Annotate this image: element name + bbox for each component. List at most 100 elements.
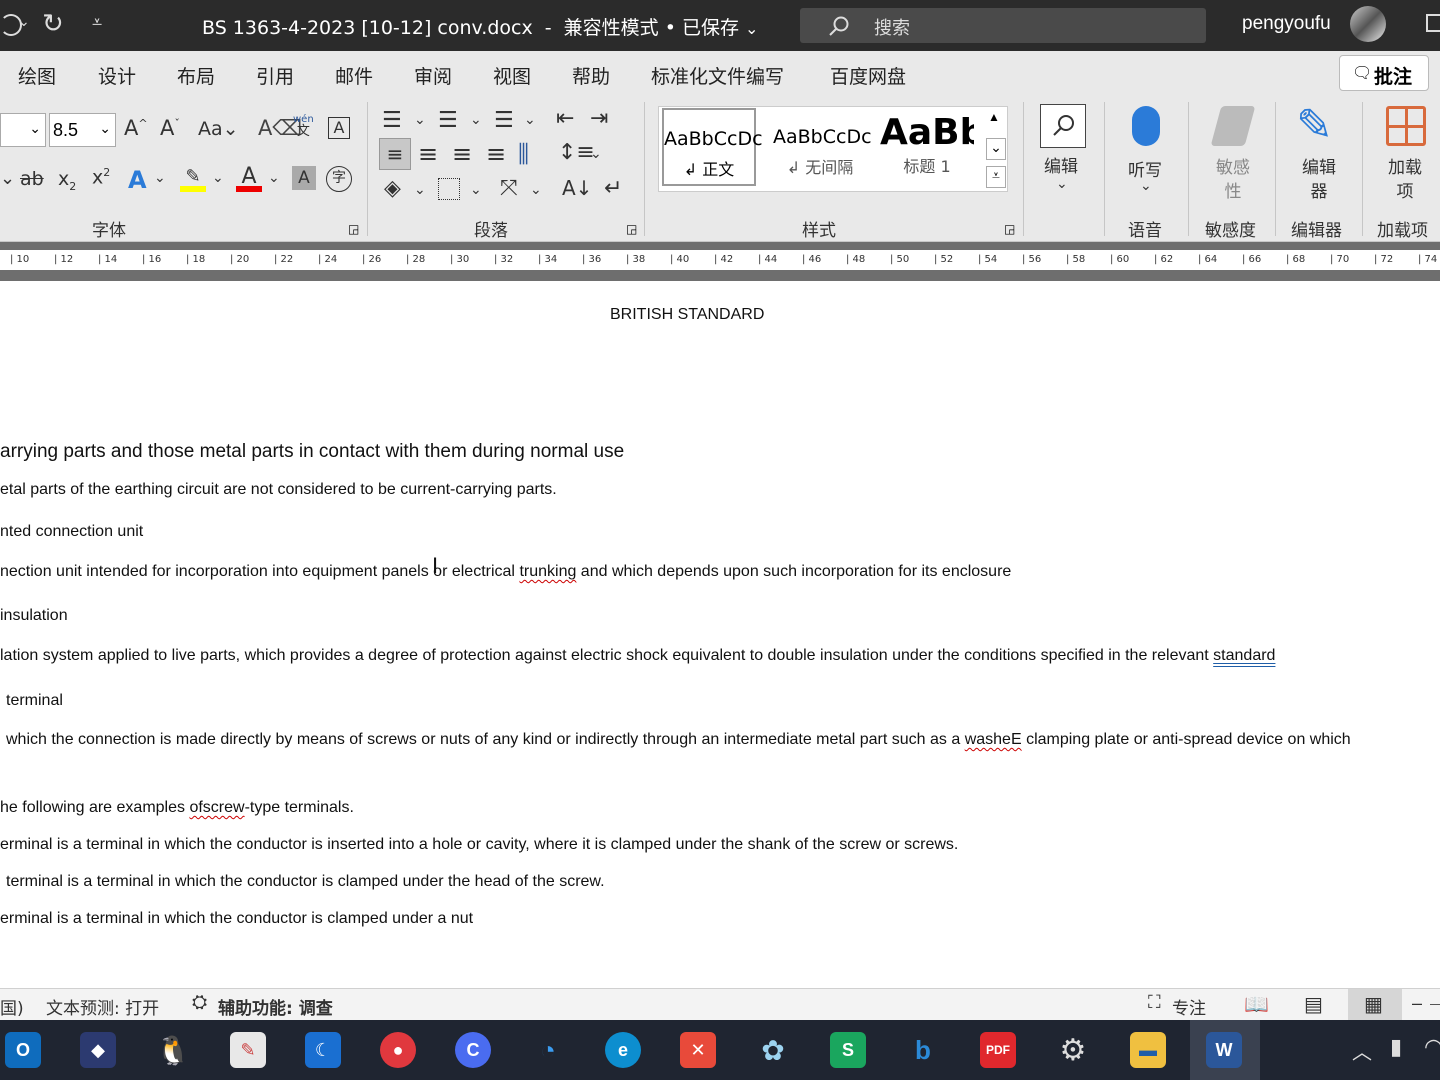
chinese-layout-icon[interactable]: ⤧: [500, 176, 518, 201]
addins-icon[interactable]: [1386, 106, 1426, 146]
print-layout-icon[interactable]: ▤: [1304, 992, 1323, 1017]
text-effects-icon[interactable]: A: [128, 166, 147, 194]
justify-icon[interactable]: ≡: [486, 140, 506, 168]
tab-references[interactable]: 引用: [256, 62, 294, 89]
outlook-icon[interactable]: O: [5, 1032, 41, 1068]
shading-icon[interactable]: ◈: [384, 176, 401, 201]
chevron-down-icon[interactable]: ⌄: [268, 170, 280, 186]
bing-icon[interactable]: b: [905, 1032, 941, 1068]
align-left-icon[interactable]: ≡: [379, 138, 411, 170]
numbering-icon[interactable]: ☰: [438, 108, 458, 133]
chevron-down-icon[interactable]: ⌄: [524, 112, 536, 128]
accessibility-status[interactable]: 辅助功能: 调查: [218, 994, 333, 1019]
sensitivity-icon[interactable]: [1210, 106, 1256, 146]
tab-view[interactable]: 视图: [493, 62, 531, 89]
redo-icon[interactable]: ↻: [42, 8, 64, 39]
character-shading-icon[interactable]: A: [292, 166, 316, 190]
tab-mailings[interactable]: 邮件: [335, 62, 373, 89]
chevron-down-icon[interactable]: ⌄: [1140, 178, 1152, 194]
chevron-down-icon[interactable]: ⌄: [470, 182, 482, 198]
addins-button[interactable]: 加载项: [1386, 156, 1424, 204]
tab-review[interactable]: 审阅: [414, 62, 452, 89]
wifi-icon[interactable]: ◠: [1424, 1034, 1440, 1060]
strikethrough-icon[interactable]: ab: [20, 168, 44, 190]
app-icon[interactable]: ✕: [680, 1032, 716, 1068]
zoom-slider[interactable]: [1430, 1004, 1440, 1005]
sort-icon[interactable]: A↓: [562, 176, 592, 200]
chevron-down-icon[interactable]: ⌄: [18, 13, 30, 30]
style-no-spacing[interactable]: AaBbCcDc ↲ 无间隔: [773, 108, 872, 186]
style-heading-1[interactable]: AaBb 标题 1: [880, 108, 974, 186]
editor-button[interactable]: 编辑器: [1300, 156, 1338, 204]
chevron-down-icon[interactable]: ⌄: [0, 168, 15, 189]
editor-icon[interactable]: ✎: [1296, 100, 1333, 151]
proofing-mark[interactable]: trunking: [519, 563, 576, 580]
superscript-icon[interactable]: x2: [92, 166, 110, 188]
app-icon[interactable]: ●: [380, 1032, 416, 1068]
editing-button[interactable]: 编辑: [1044, 152, 1078, 177]
subscript-icon[interactable]: x2: [58, 168, 76, 193]
chevron-down-icon[interactable]: ⌄: [212, 170, 224, 186]
chevron-down-icon[interactable]: ⌄: [1056, 176, 1068, 192]
document-title[interactable]: BS 1363-4-2023 [10-12] conv.docx - 兼容性模式…: [202, 13, 758, 40]
app-icon[interactable]: ◆: [80, 1032, 116, 1068]
pdf-icon[interactable]: PDF: [980, 1032, 1016, 1068]
scroll-down-icon[interactable]: ⌄: [986, 138, 1006, 160]
chevron-down-icon[interactable]: ⌄: [154, 170, 166, 186]
chevron-down-icon[interactable]: ⌄: [414, 182, 426, 198]
chevron-down-icon[interactable]: ⌄: [590, 146, 602, 162]
chevron-up-icon[interactable]: ︿: [1352, 1036, 1372, 1065]
tab-design[interactable]: 设计: [98, 62, 136, 89]
shrink-font-icon[interactable]: Aˇ: [160, 116, 180, 140]
language-status[interactable]: 国): [0, 994, 24, 1019]
microphone-tray-icon[interactable]: ▮: [1390, 1034, 1402, 1060]
grow-font-icon[interactable]: A^: [124, 116, 148, 140]
settings-icon[interactable]: ⚙: [1055, 1032, 1091, 1068]
font-size-select[interactable]: 8.5 ⌄: [49, 113, 116, 147]
find-icon[interactable]: [1040, 104, 1086, 148]
enclose-characters-icon[interactable]: 字: [326, 166, 352, 192]
edge-icon[interactable]: e: [605, 1032, 641, 1068]
tab-standardization[interactable]: 标准化文件编写: [651, 62, 784, 89]
paint-icon[interactable]: ✎: [230, 1032, 266, 1068]
font-dialog-launcher-icon[interactable]: ◲: [348, 222, 359, 236]
qq-icon[interactable]: 🐧: [155, 1032, 191, 1068]
tab-draw[interactable]: 绘图: [18, 62, 56, 89]
phonetic-guide-icon[interactable]: wén 文: [293, 114, 314, 139]
character-border-icon[interactable]: A: [328, 117, 350, 139]
user-name[interactable]: pengyoufu: [1242, 13, 1331, 35]
ribbon-display-icon[interactable]: [1426, 14, 1440, 32]
app-icon[interactable]: ☾: [305, 1032, 341, 1068]
proofing-mark[interactable]: ofscrew: [189, 799, 244, 816]
avatar[interactable]: [1350, 6, 1386, 42]
highlight-icon[interactable]: ✎: [180, 166, 206, 192]
font-name-select[interactable]: ⌄: [0, 113, 46, 147]
font-color-icon[interactable]: A: [236, 164, 262, 192]
paragraph-dialog-launcher-icon[interactable]: ◲: [626, 222, 637, 236]
file-explorer-icon[interactable]: ▬: [1130, 1032, 1166, 1068]
align-right-icon[interactable]: ≡: [452, 140, 472, 168]
read-mode-icon[interactable]: 📖: [1244, 992, 1269, 1017]
horizontal-ruler[interactable]: | 10 | 12 | 14 | 16 | 18 | 20 | 22 | 24 | 26 | 28…: [0, 250, 1440, 270]
tab-help[interactable]: 帮助: [572, 62, 610, 89]
microphone-icon[interactable]: [1132, 106, 1160, 146]
tab-layout[interactable]: 布局: [177, 62, 215, 89]
more-styles-icon[interactable]: ⩡: [986, 166, 1006, 188]
text-prediction-status[interactable]: 文本预测: 打开: [46, 994, 159, 1019]
show-marks-icon[interactable]: ↵: [604, 176, 622, 201]
comments-button[interactable]: 🗨 批注: [1339, 55, 1429, 91]
decrease-indent-icon[interactable]: ⇤: [556, 106, 574, 131]
app-icon[interactable]: ◔: [530, 1032, 566, 1068]
web-layout-button[interactable]: ▦: [1348, 989, 1402, 1020]
bullets-icon[interactable]: ☰: [382, 108, 402, 133]
increase-indent-icon[interactable]: ⇥: [590, 106, 608, 131]
proofing-mark[interactable]: standard: [1213, 647, 1275, 664]
chevron-down-icon[interactable]: ⌄: [414, 112, 426, 128]
app-icon[interactable]: ✿: [755, 1032, 791, 1068]
tab-baidu-netdisk[interactable]: 百度网盘: [830, 62, 906, 89]
search-box[interactable]: 搜索: [800, 8, 1206, 43]
document-page[interactable]: BRITISH STANDARD arrying parts and those…: [0, 281, 1440, 988]
app-icon[interactable]: S: [830, 1032, 866, 1068]
chevron-down-icon[interactable]: ⌄: [470, 112, 482, 128]
styles-dialog-launcher-icon[interactable]: ◲: [1004, 222, 1015, 236]
